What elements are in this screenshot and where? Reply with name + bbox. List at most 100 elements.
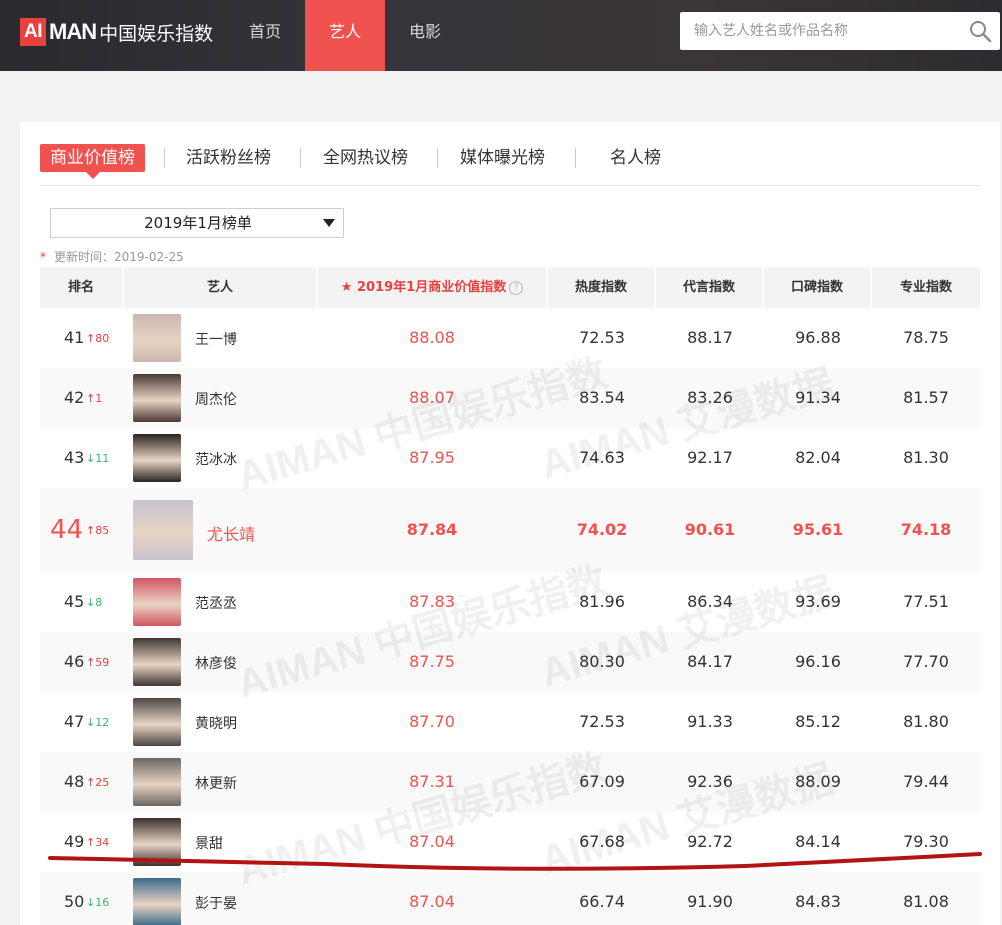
table-row[interactable]: 48 ↑25 林更新 87.31 67.09 92.36 88.09 79.44 [40,752,980,812]
rank-up-indicator: ↑80 [86,332,110,345]
header-endorsement-index[interactable]: 代言指数 [656,267,762,308]
artist-name[interactable]: 范丞丞 [195,593,237,613]
search-input[interactable] [680,12,960,50]
heat-index-value: 72.53 [579,328,625,347]
reputation-index-value: 91.34 [795,388,841,407]
main-nav: 首页 艺人 电影 [225,0,465,71]
table-row[interactable]: 44 ↑85 尤长靖 87.84 74.02 90.61 95.61 74.18 [40,488,980,572]
endorsement-index-value: 91.90 [687,892,733,911]
nav-home[interactable]: 首页 [225,0,305,71]
avatar[interactable] [133,434,181,482]
rank-number: 42 [64,388,85,407]
tab-web-discussion[interactable]: 全网热议榜 [323,144,408,172]
endorsement-index-value: 83.26 [687,388,733,407]
reputation-index-value: 95.61 [792,520,844,539]
search-box [680,12,1000,50]
professional-index-value: 74.18 [900,520,952,539]
header-professional-index[interactable]: 专业指数 [872,267,980,308]
header-heat-index[interactable]: 热度指数 [548,267,654,308]
professional-index-value: 81.08 [903,892,949,911]
rank-up-indicator: ↑25 [86,776,110,789]
table-row[interactable]: 43 ↓11 范冰冰 87.95 74.63 92.17 82.04 81.30 [40,428,980,488]
commercial-value-score: 88.07 [409,388,455,407]
commercial-value-score: 87.83 [409,592,455,611]
heat-index-value: 74.02 [576,520,628,539]
table-row[interactable]: 42 ↑1 周杰伦 88.07 83.54 83.26 91.34 81.57 [40,368,980,428]
endorsement-index-value: 84.17 [687,652,733,671]
endorsement-index-value: 90.61 [684,520,736,539]
month-select[interactable]: 2019年1月榜单 [50,208,344,238]
ranking-tabs: 商业价值榜 活跃粉丝榜 全网热议榜 媒体曝光榜 名人榜 [40,144,980,186]
ranking-panel: 商业价值榜 活跃粉丝榜 全网热议榜 媒体曝光榜 名人榜 2019年1月榜单 * 更… [20,122,1000,925]
avatar[interactable] [133,638,181,686]
rank-number: 44 [50,515,84,545]
tab-divider [437,148,438,168]
avatar[interactable] [133,878,181,925]
table-row[interactable]: 41 ↑80 王一博 88.08 72.53 88.17 96.88 78.75 [40,308,980,368]
commercial-value-score: 87.70 [409,712,455,731]
artist-name[interactable]: 彭于晏 [195,893,237,913]
rank-up-indicator: ↑1 [86,392,103,405]
header-artist: 艺人 [124,267,316,308]
avatar[interactable] [133,500,193,560]
endorsement-index-value: 92.36 [687,772,733,791]
tab-active-fans[interactable]: 活跃粉丝榜 [186,144,271,172]
rank-number: 41 [64,328,85,347]
table-header: 排名 艺人 ★ 2019年1月商业价值指数? 热度指数 代言指数 口碑指数 专业… [40,267,980,308]
professional-index-value: 79.44 [903,772,949,791]
update-time: * 更新时间：2019-02-25 [40,248,184,265]
nav-movies[interactable]: 电影 [385,0,465,71]
rank-up-indicator: ↑59 [86,656,110,669]
heat-index-value: 67.09 [579,772,625,791]
header-commercial-index[interactable]: ★ 2019年1月商业价值指数? [318,267,546,308]
artist-name[interactable]: 范冰冰 [195,449,237,469]
tab-media-exposure[interactable]: 媒体曝光榜 [460,144,545,172]
aiman-logo[interactable]: AI MAN 中国娱乐指数 [20,18,213,46]
table-row[interactable]: 45 ↓8 范丞丞 87.83 81.96 86.34 93.69 77.51 [40,572,980,632]
rank-number: 47 [64,712,85,731]
rank-down-indicator: ↓16 [86,896,110,909]
logo-chinese-text: 中国娱乐指数 [99,22,214,45]
red-underline-annotation [48,852,982,871]
tab-divider [164,148,165,168]
professional-index-value: 81.57 [903,388,949,407]
avatar[interactable] [133,698,181,746]
avatar[interactable] [133,374,181,422]
heat-index-value: 66.74 [579,892,625,911]
help-icon[interactable]: ? [509,280,524,295]
rank-down-indicator: ↓11 [86,452,110,465]
avatar[interactable] [133,314,181,362]
artist-name[interactable]: 尤长靖 [207,521,255,545]
rank-number: 45 [64,592,85,611]
artist-name[interactable]: 林彦俊 [195,653,237,673]
update-time-label: 更新时间：2019-02-25 [54,250,184,264]
commercial-value-score: 87.04 [409,892,455,911]
star-icon: ★ [340,280,357,295]
endorsement-index-value: 88.17 [687,328,733,347]
rank-number: 50 [64,892,85,911]
commercial-value-score: 87.31 [409,772,455,791]
tab-divider [300,148,301,168]
rank-down-indicator: ↓8 [86,596,103,609]
avatar[interactable] [133,578,181,626]
artist-name[interactable]: 周杰伦 [195,389,237,409]
professional-index-value: 77.51 [903,592,949,611]
tab-divider [575,148,576,168]
header-reputation-index[interactable]: 口碑指数 [764,267,870,308]
artist-name[interactable]: 黄晓明 [195,713,237,733]
table-row[interactable]: 47 ↓12 黄晓明 87.70 72.53 91.33 85.12 81.80 [40,692,980,752]
tab-commercial-value[interactable]: 商业价值榜 [40,144,145,179]
professional-index-value: 81.80 [903,712,949,731]
search-icon[interactable] [968,19,992,43]
month-select-value: 2019年1月榜单 [144,214,252,232]
table-row[interactable]: 50 ↓16 彭于晏 87.04 66.74 91.90 84.83 81.08 [40,872,980,925]
avatar[interactable] [133,758,181,806]
reputation-index-value: 85.12 [795,712,841,731]
logo-man-text: MAN [49,19,97,44]
artist-name[interactable]: 林更新 [195,773,237,793]
table-row[interactable]: 46 ↑59 林彦俊 87.75 80.30 84.17 96.16 77.70 [40,632,980,692]
nav-artists[interactable]: 艺人 [305,0,385,71]
tab-celebrity[interactable]: 名人榜 [610,144,661,172]
artist-name[interactable]: 王一博 [195,329,237,349]
heat-index-value: 81.96 [579,592,625,611]
